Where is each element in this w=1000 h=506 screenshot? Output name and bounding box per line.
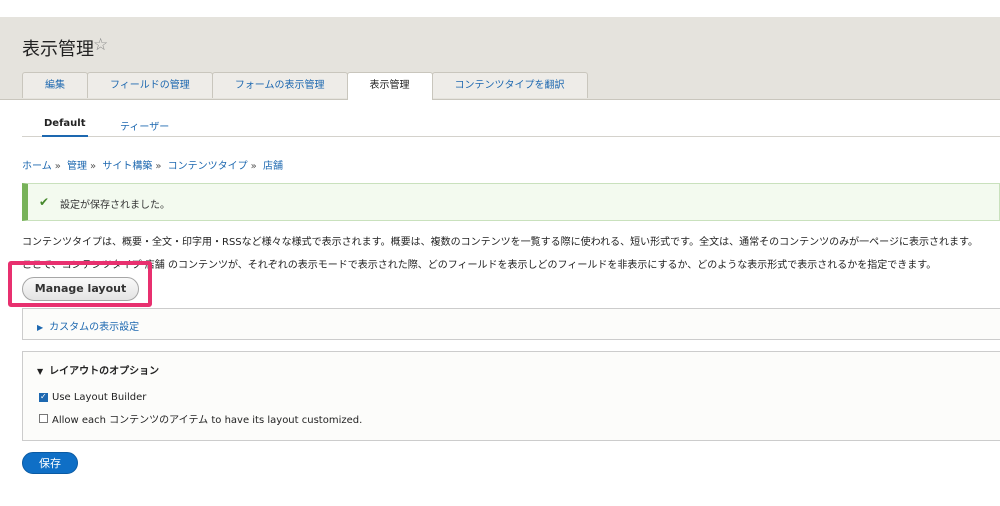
- check-icon: ✔: [39, 195, 50, 209]
- allow-custom-layout-label[interactable]: Allow each コンテンツのアイテム to have its layout…: [52, 411, 362, 426]
- breadcrumb-content-types[interactable]: コンテンツタイプ: [168, 161, 248, 172]
- breadcrumb-admin[interactable]: 管理: [67, 161, 87, 172]
- page-title: 表示管理: [22, 39, 94, 60]
- use-layout-builder-label[interactable]: Use Layout Builder: [52, 392, 146, 403]
- description-line-2: ここで、コンテンツタイプ 店舗 のコンテンツが、それぞれの表示モードで表示された…: [22, 260, 937, 271]
- use-layout-builder-row: Use Layout Builder: [39, 392, 146, 403]
- status-message: ✔ 設定が保存されました。: [22, 183, 1000, 221]
- tab-translate-content-type[interactable]: コンテンツタイプを翻訳: [431, 72, 588, 98]
- custom-display-settings-label: カスタムの表示設定: [49, 322, 140, 333]
- description-line-1: コンテンツタイプは、概要・全文・印字用・RSSなど様々な様式で表示されます。概要…: [22, 237, 978, 248]
- highlight-box: [8, 261, 152, 307]
- subtab-default[interactable]: Default: [42, 118, 88, 137]
- subtab-teaser[interactable]: ティーザー: [120, 118, 169, 133]
- breadcrumb-home[interactable]: ホーム: [22, 161, 52, 172]
- breadcrumb: ホーム» 管理» サイト構築» コンテンツタイプ» 店舗: [22, 161, 283, 172]
- layout-options-toggle[interactable]: ▼ レイアウトのオプション: [37, 362, 159, 377]
- custom-display-settings: ▶ カスタムの表示設定: [22, 308, 1000, 340]
- tab-manage-form-display[interactable]: フォームの表示管理: [211, 72, 348, 98]
- breadcrumb-structure[interactable]: サイト構築: [102, 161, 152, 172]
- status-text: 設定が保存されました。: [60, 200, 170, 211]
- primary-tabs: 編集 フィールドの管理 フォームの表示管理 表示管理 コンテンツタイプを翻訳: [22, 72, 588, 100]
- secondary-tabs: Default ティーザー: [22, 114, 1000, 137]
- save-button[interactable]: 保存: [22, 452, 78, 474]
- allow-custom-layout-checkbox[interactable]: [39, 414, 48, 423]
- allow-custom-layout-row: Allow each コンテンツのアイテム to have its layout…: [39, 411, 362, 426]
- star-icon[interactable]: ☆: [93, 35, 108, 55]
- tab-manage-fields[interactable]: フィールドの管理: [87, 72, 213, 98]
- tab-edit[interactable]: 編集: [22, 72, 88, 98]
- use-layout-builder-checkbox[interactable]: [39, 392, 48, 402]
- custom-display-settings-toggle[interactable]: ▶ カスタムの表示設定: [37, 318, 139, 333]
- triangle-down-icon: ▼: [37, 367, 44, 376]
- layout-options-label: レイアウトのオプション: [49, 366, 160, 377]
- layout-options: ▼ レイアウトのオプション Use Layout Builder Allow ea…: [22, 351, 1000, 441]
- tab-manage-display[interactable]: 表示管理: [346, 72, 433, 100]
- breadcrumb-store[interactable]: 店舗: [263, 161, 283, 172]
- triangle-right-icon: ▶: [37, 323, 44, 332]
